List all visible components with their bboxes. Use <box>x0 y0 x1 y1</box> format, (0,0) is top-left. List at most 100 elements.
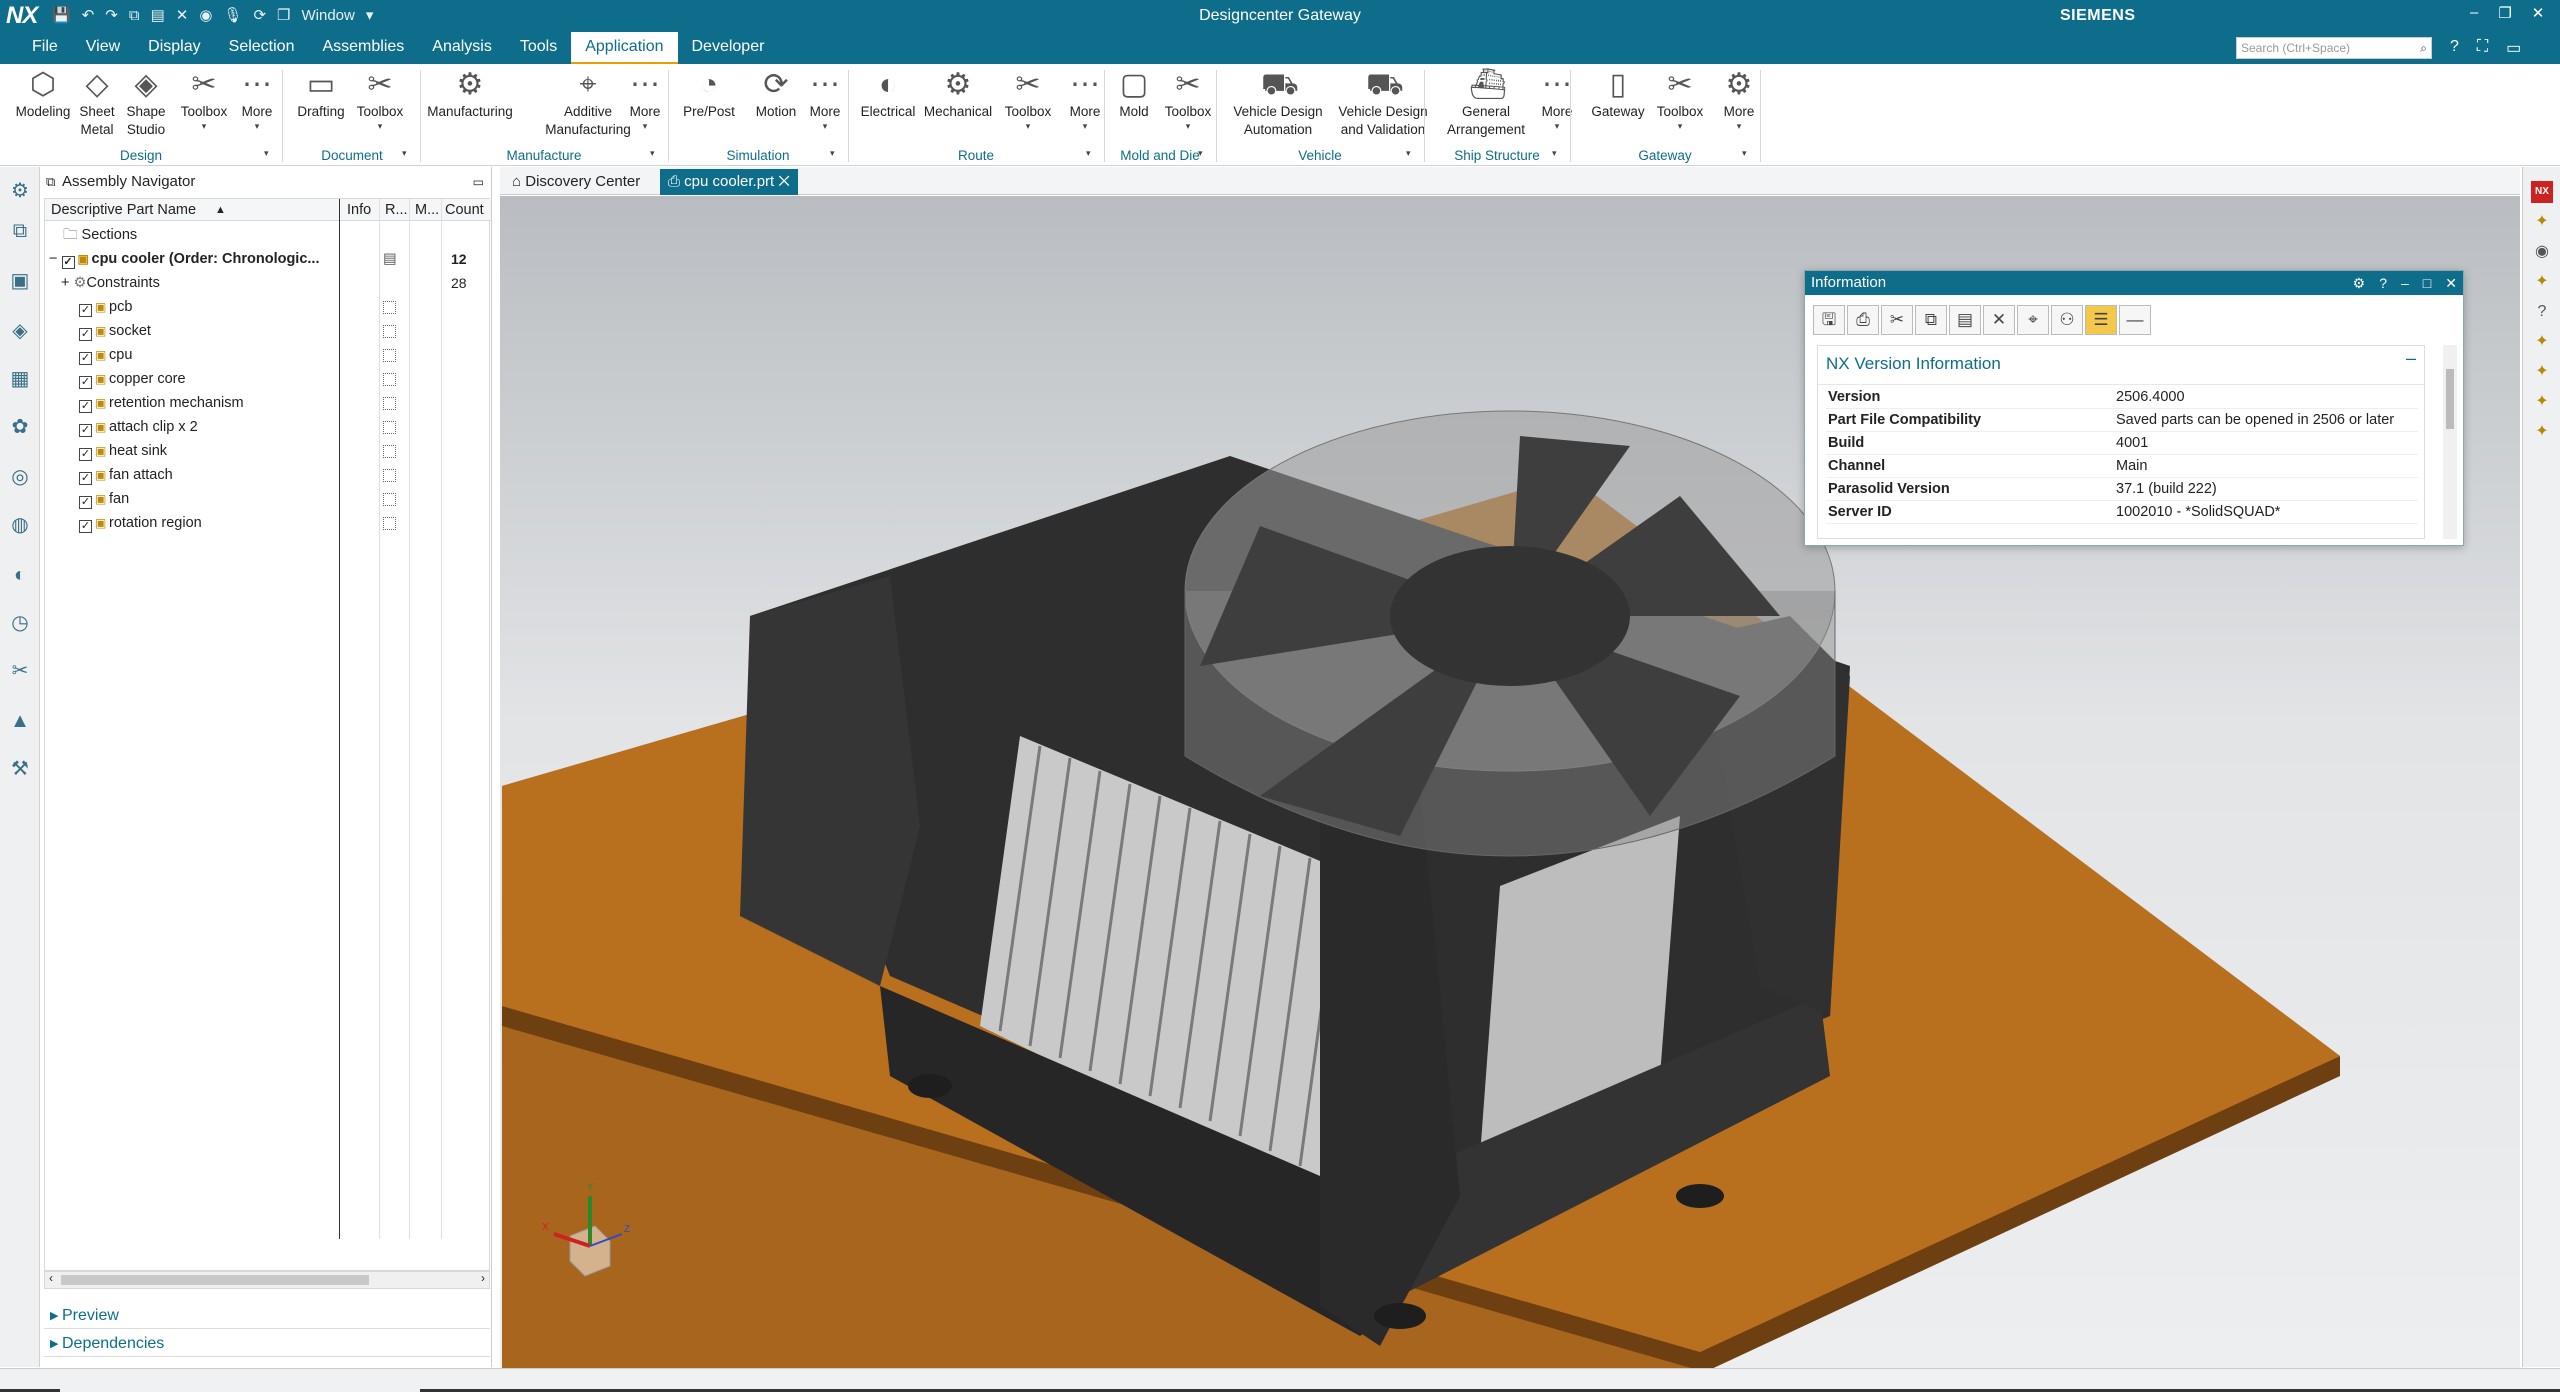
visibility-checkbox[interactable]: ✓ <box>79 352 92 365</box>
scroll-left-icon[interactable]: ‹ <box>49 1271 53 1285</box>
process-icon[interactable]: ⚒ <box>6 755 34 783</box>
roles-icon[interactable]: ✿ <box>6 413 34 441</box>
part-row[interactable]: ✓ ▣ pcb <box>45 295 491 319</box>
menu-tools[interactable]: Tools <box>506 32 571 64</box>
expand-icon[interactable]: + <box>61 275 74 291</box>
scrollbar-thumb[interactable] <box>61 1275 369 1285</box>
group-dropdown-icon[interactable]: ▾ <box>1406 148 1411 159</box>
column-info[interactable]: Info <box>347 199 371 221</box>
group-dropdown-icon[interactable]: ▾ <box>402 148 407 159</box>
tool-toolbox[interactable]: ✂ Toolbox ▾ <box>176 68 232 131</box>
group-dropdown-icon[interactable]: ▾ <box>1742 148 1747 159</box>
reuse-library-icon[interactable]: ◈ <box>6 317 34 345</box>
favorite-icon[interactable]: ✦ <box>2531 391 2553 413</box>
copy-icon[interactable]: ⧉ <box>1915 305 1947 335</box>
history-icon[interactable]: ◷ <box>6 609 34 637</box>
group-dropdown-icon[interactable]: ▾ <box>830 148 835 159</box>
minimize-icon[interactable]: – <box>2401 271 2409 295</box>
tool-manufacturing[interactable]: ⚙ Manufacturing <box>420 68 520 121</box>
menu-selection[interactable]: Selection <box>215 32 309 64</box>
favorite-icon[interactable]: ✦ <box>2531 211 2553 233</box>
column-count[interactable]: Count <box>445 199 484 221</box>
visibility-checkbox[interactable]: ✓ <box>79 376 92 389</box>
part-row[interactable]: ✓ ▣ socket <box>45 319 491 343</box>
tool-more[interactable]: ⚙ More ▾ <box>1714 68 1764 131</box>
favorite-icon[interactable]: ✦ <box>2531 421 2553 443</box>
restore-icon[interactable]: ❐ <box>2498 4 2511 22</box>
web-icon[interactable]: ◐ <box>6 561 34 589</box>
tool-toolbox[interactable]: ✂ Toolbox ▾ <box>1652 68 1708 131</box>
part-row[interactable]: ✓ ▣ fan attach <box>45 463 491 487</box>
part-row[interactable]: ✓ ▣ heat sink <box>45 439 491 463</box>
root-assembly-row[interactable]: − ✓ ▣ cpu cooler (Order: Chronologic... ▤ … <box>45 247 491 271</box>
close-tab-icon[interactable]: ✕ <box>774 173 789 190</box>
tool-toolbox[interactable]: ✂ Toolbox ▾ <box>1160 68 1216 131</box>
visibility-checkbox[interactable]: ✓ <box>79 400 92 413</box>
tools-icon[interactable]: ✂ <box>6 657 34 685</box>
constraint-navigator-icon[interactable]: ▦ <box>6 365 34 393</box>
favorite-icon[interactable]: ✦ <box>2531 361 2553 383</box>
minimize-icon[interactable]: – <box>2470 4 2478 22</box>
graphics-window[interactable]: Information ⚙ ? – □ ✕ 🖫 ⎙ ✂ ⧉ ▤ ✕ ⌖ ⚇ ☰ … <box>500 196 2520 1368</box>
menu-application[interactable]: Application <box>571 32 678 64</box>
menu-analysis[interactable]: Analysis <box>418 32 506 64</box>
fullscreen-icon[interactable]: ⛶ <box>2477 38 2488 58</box>
group-dropdown-icon[interactable]: ▾ <box>1198 148 1203 159</box>
column-read-only[interactable]: R... <box>385 199 408 221</box>
binoculars-icon[interactable]: ⚇ <box>2051 305 2083 335</box>
tool-mechanical[interactable]: ⚙ Mechanical <box>920 68 996 121</box>
maximize-icon[interactable]: ▭ <box>473 171 484 193</box>
visibility-checkbox[interactable]: ✓ <box>79 520 92 533</box>
tool-pre-post[interactable]: ◔ Pre/Post <box>680 68 738 121</box>
menu-file[interactable]: File <box>18 32 72 64</box>
collapse-section-icon[interactable]: – <box>2406 348 2416 369</box>
view-triad[interactable]: Y X Z <box>540 1176 640 1286</box>
menu-developer[interactable]: Developer <box>678 32 779 64</box>
column-part-name[interactable]: Descriptive Part Name <box>51 199 196 221</box>
tool-drafting[interactable]: ▭ Drafting <box>290 68 352 121</box>
menu-view[interactable]: View <box>72 32 134 64</box>
tool-motion[interactable]: ⟳ Motion <box>748 68 804 121</box>
tool-more[interactable]: ⋯ More ▾ <box>800 68 850 131</box>
menu-display[interactable]: Display <box>134 32 214 64</box>
find-icon[interactable]: ⌖ <box>2017 305 2049 335</box>
tool-shape-studio[interactable]: ◈ Shape Studio <box>118 68 174 139</box>
group-dropdown-icon[interactable]: ▾ <box>1552 148 1557 159</box>
visibility-checkbox[interactable]: ✓ <box>79 304 92 317</box>
nx-app-icon[interactable]: NX <box>2531 181 2553 203</box>
scrollbar-thumb[interactable] <box>2446 369 2454 429</box>
dependencies-section[interactable]: ▶ Dependencies <box>44 1331 490 1357</box>
part-row[interactable]: ✓ ▣ copper core <box>45 367 491 391</box>
horizontal-scrollbar[interactable]: ‹ › <box>44 1271 490 1289</box>
close-icon[interactable]: ✕ <box>2445 271 2457 295</box>
tool-vehicle-design-automation[interactable]: ⛟ Vehicle Design Automation <box>1230 68 1326 139</box>
web-browser-icon[interactable]: ◍ <box>6 511 34 539</box>
maximize-icon[interactable]: □ <box>2423 271 2431 295</box>
tab-cpu-cooler[interactable]: ⎙ cpu cooler.prt ✕ <box>660 169 798 195</box>
assembly-navigator-icon[interactable]: ⧉ <box>6 217 34 245</box>
visibility-checkbox[interactable]: ✓ <box>79 424 92 437</box>
tool-more[interactable]: ⋯ More ▾ <box>1532 68 1582 131</box>
tool-toolbox[interactable]: ✂ Toolbox ▾ <box>1000 68 1056 131</box>
tool-gateway[interactable]: ▯ Gateway <box>1590 68 1646 121</box>
tool-more[interactable]: ⋯ More ▾ <box>232 68 282 131</box>
palette-icon[interactable]: ◎ <box>6 463 34 491</box>
gear-icon[interactable]: ⚙ <box>2353 271 2366 295</box>
paste-icon[interactable]: ▤ <box>1949 305 1981 335</box>
cut-icon[interactable]: ✂ <box>1881 305 1913 335</box>
tool-more[interactable]: ⋯ More ▾ <box>620 68 670 131</box>
layout-icon[interactable]: ▭ <box>2506 38 2521 58</box>
tool-toolbox[interactable]: ✂ Toolbox ▾ <box>352 68 408 131</box>
clear-icon[interactable]: ✕ <box>1983 305 2015 335</box>
favorite-icon[interactable]: ✦ <box>2531 331 2553 353</box>
favorite-icon[interactable]: ✦ <box>2531 271 2553 293</box>
format-icon[interactable]: ☰ <box>2085 305 2117 335</box>
collapse-icon[interactable]: − <box>49 251 62 267</box>
sections-row[interactable]: 🗀 Sections <box>45 223 491 247</box>
tool-modeling[interactable]: ⬡ Modeling <box>8 68 78 121</box>
preview-section[interactable]: ▶ Preview <box>44 1303 490 1329</box>
visibility-checkbox[interactable]: ✓ <box>79 448 92 461</box>
help-icon[interactable]: ? <box>2531 301 2553 323</box>
help-icon[interactable]: ? <box>2450 38 2459 58</box>
close-icon[interactable]: ✕ <box>2532 4 2545 22</box>
